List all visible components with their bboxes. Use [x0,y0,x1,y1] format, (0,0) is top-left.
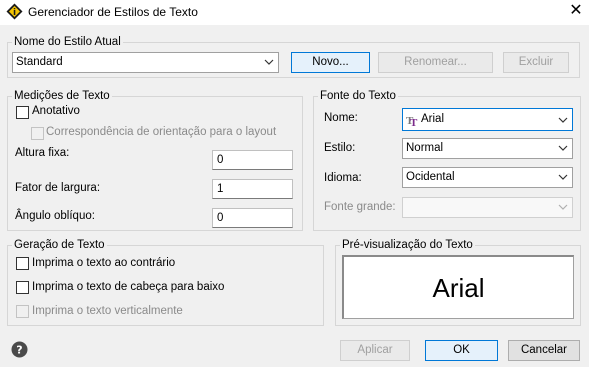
oblique-angle-input[interactable]: 0 [212,208,293,228]
font-name-label: Nome: [324,112,358,124]
bigfont-label: Fonte grande: [324,201,396,213]
chevron-down-icon [558,117,568,123]
measurements-group-label: Medições de Texto [12,89,112,103]
font-style-value: Normal [406,142,444,154]
backwards-checkbox[interactable] [16,257,29,270]
apply-button-label: Aplicar [357,344,393,356]
vertical-checkbox[interactable] [16,305,29,318]
rename-style-button-label: Renomear... [404,56,467,68]
font-style-label: Estilo: [324,142,356,154]
upside-down-label: Imprima o texto de cabeça para baixo [32,281,225,293]
annotative-label: Anotativo [32,105,80,117]
ok-button[interactable]: OK [425,340,498,361]
delete-style-button-label: Excluir [518,56,554,68]
chevron-down-icon [558,204,568,210]
font-name-select[interactable]: T T Arial [402,108,573,131]
new-style-button[interactable]: Novo... [291,52,370,73]
generation-group-label: Geração de Texto [12,238,107,252]
truetype-font-icon: T T [406,115,418,127]
oblique-angle-label: Ângulo oblíquo: [15,210,95,222]
help-icon[interactable]: ? [11,341,28,358]
language-select[interactable]: Ocidental [402,167,573,188]
preview-box: Arial [342,255,574,319]
delete-style-button[interactable]: Excluir [503,52,569,73]
close-icon[interactable]: ✕ [565,0,587,22]
rename-style-button[interactable]: Renomear... [378,52,493,73]
current-style-select[interactable]: Standard [12,52,279,73]
chevron-down-icon [558,145,568,151]
apply-button[interactable]: Aplicar [340,340,410,361]
cancel-button-label: Cancelar [520,344,568,356]
font-style-select[interactable]: Normal [402,138,573,159]
orientation-match-checkbox[interactable] [31,127,44,140]
ok-button-label: OK [453,344,470,356]
fixed-height-label: Altura fixa: [15,147,70,159]
cancel-button[interactable]: Cancelar [508,340,580,361]
width-factor-input[interactable]: 1 [212,179,293,199]
upside-down-checkbox[interactable] [16,281,29,294]
current-style-group-label: Nome do Estilo Atual [12,35,123,49]
fixed-height-input[interactable]: 0 [212,150,293,170]
app-logo-icon: i [6,3,23,20]
svg-text:i: i [13,8,16,18]
new-style-button-label: Novo... [312,56,349,68]
svg-text:?: ? [16,344,22,357]
font-group-label: Fonte do Texto [318,89,398,103]
orientation-match-label: Correspondência de orientação para o lay… [46,126,277,138]
annotative-checkbox[interactable] [16,106,29,119]
bigfont-select[interactable] [402,197,573,218]
chevron-down-icon [264,59,274,65]
language-label: Idioma: [324,172,362,184]
window-title: Gerenciador de Estilos de Texto [28,5,198,19]
current-style-value: Standard [16,56,63,68]
vertical-label: Imprima o texto verticalmente [32,305,183,317]
language-value: Ocidental [406,171,455,183]
width-factor-label: Fator de largura: [15,182,101,194]
preview-group-label: Pré-visualização do Texto [340,238,475,252]
chevron-down-icon [558,174,568,180]
backwards-label: Imprima o texto ao contrário [32,257,176,269]
svg-text:T: T [410,117,418,127]
font-name-value: Arial [421,113,445,125]
preview-sample-text: Arial [432,273,485,303]
